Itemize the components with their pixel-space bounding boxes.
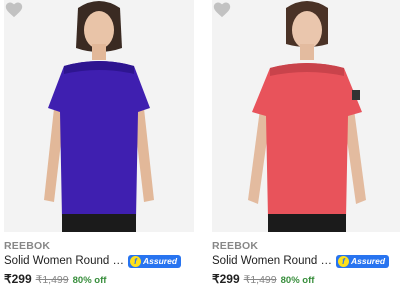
product-discount: 80% off — [280, 275, 315, 286]
product-title[interactable]: Solid Women Round Neck ... — [212, 255, 332, 267]
product-price: ₹299 — [4, 272, 32, 286]
product-mrp: ₹1,499 — [243, 274, 277, 286]
product-card[interactable]: REEBOK Solid Women Round Neck ... f Assu… — [4, 0, 194, 293]
product-image[interactable] — [212, 0, 400, 232]
f-assured-icon: f — [130, 255, 141, 267]
product-price: ₹299 — [212, 272, 240, 286]
product-card[interactable]: REEBOK Solid Women Round Neck ... f Assu… — [212, 0, 400, 293]
product-title[interactable]: Solid Women Round Neck ... — [4, 255, 124, 267]
product-grid: REEBOK Solid Women Round Neck ... f Assu… — [0, 0, 400, 293]
wishlist-heart-icon[interactable] — [4, 0, 24, 18]
product-brand: REEBOK — [212, 240, 259, 252]
product-image[interactable] — [4, 0, 194, 232]
assured-badge: f Assured — [336, 254, 390, 268]
assured-label: Assured — [351, 256, 386, 266]
product-mrp: ₹1,499 — [35, 274, 69, 286]
product-brand: REEBOK — [4, 240, 51, 252]
assured-label: Assured — [143, 256, 178, 266]
f-assured-icon: f — [338, 255, 349, 267]
wishlist-heart-icon[interactable] — [212, 0, 232, 18]
product-discount: 80% off — [72, 275, 107, 286]
assured-badge: f Assured — [128, 254, 182, 268]
